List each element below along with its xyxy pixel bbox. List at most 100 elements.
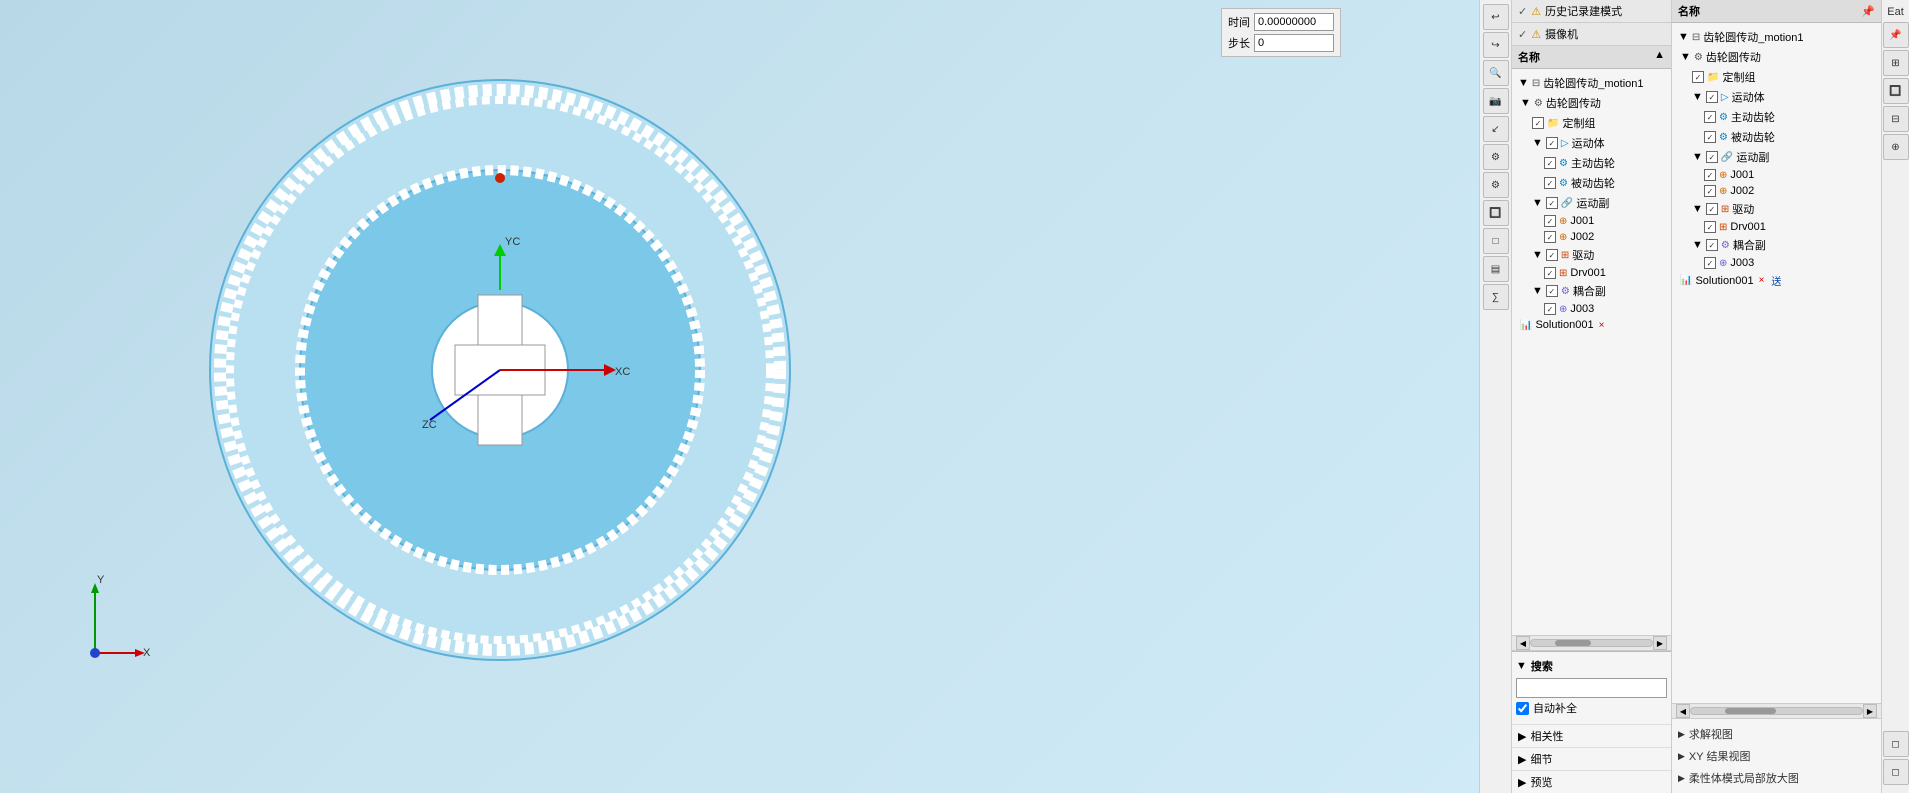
flex-body-link[interactable]: ▶ 柔性体模式局部放大图 — [1678, 767, 1875, 789]
props-item-j003[interactable]: ⊕ J003 — [1672, 255, 1881, 271]
props-item-drive-gear[interactable]: ⚙ 主动齿轮 — [1672, 107, 1881, 127]
tree-check-drv001[interactable] — [1544, 267, 1556, 279]
search-input[interactable] — [1516, 678, 1667, 698]
tree-item-driven-gear[interactable]: ⚙ 被动齿轮 — [1512, 173, 1671, 193]
tree-item-motion-body[interactable]: ▼ ▷ 运动体 — [1512, 133, 1671, 153]
tree-item-custom[interactable]: 📁 定制组 — [1512, 113, 1671, 133]
props-check-j003[interactable] — [1704, 257, 1716, 269]
tree-expand-pair: ▼ — [1532, 197, 1543, 209]
autocomplete-checkbox[interactable] — [1516, 702, 1529, 715]
search-header[interactable]: ▼ 搜索 — [1516, 656, 1667, 676]
relevance-section[interactable]: ▶ 相关性 — [1512, 724, 1671, 747]
right-tool2[interactable]: ◻ — [1883, 759, 1909, 785]
scroll-left-btn[interactable]: ◀ — [1516, 636, 1530, 650]
zoom-btn[interactable]: 🔍 — [1483, 60, 1509, 86]
props-check-coupling[interactable] — [1706, 239, 1718, 251]
props-item-driven-gear[interactable]: ⚙ 被动齿轮 — [1672, 127, 1881, 147]
tree-item-j003[interactable]: ⊕ J003 — [1512, 301, 1671, 317]
detail-section[interactable]: ▶ 细节 — [1512, 747, 1671, 770]
minus-btn[interactable]: ⊟ — [1883, 106, 1909, 132]
props-tree: ▼ ⊟ 齿轮圆传动_motion1 ▼ ⚙ 齿轮圆传动 📁 定制组 ▼ ▷ 运动… — [1672, 23, 1881, 703]
box2-btn[interactable]: □ — [1483, 228, 1509, 254]
props-check-j002[interactable] — [1704, 185, 1716, 197]
tree-check-j002[interactable] — [1544, 231, 1556, 243]
tree-check-motion[interactable] — [1546, 137, 1558, 149]
props-item-motion-pair[interactable]: ▼ 🔗 运动副 — [1672, 147, 1881, 167]
box3-btn[interactable]: 🔲 — [1883, 78, 1909, 104]
undo-btn[interactable]: ↩ — [1483, 4, 1509, 30]
props-item-motion-body[interactable]: ▼ ▷ 运动体 — [1672, 87, 1881, 107]
svg-text:YC: YC — [505, 236, 520, 248]
props-item-root[interactable]: ▼ ⊟ 齿轮圆传动_motion1 — [1672, 27, 1881, 47]
props-item-solution001[interactable]: 📊 Solution001 × 送 — [1672, 271, 1881, 290]
tree-item-j001[interactable]: ⊕ J001 — [1512, 213, 1671, 229]
redo-btn[interactable]: ↪ — [1483, 32, 1509, 58]
props-item-j001[interactable]: ⊕ J001 — [1672, 167, 1881, 183]
tree-item-motion-pair[interactable]: ▼ 🔗 运动副 — [1512, 193, 1671, 213]
camera-btn[interactable]: 📷 — [1483, 88, 1509, 114]
props-icon-motion: ▷ — [1721, 92, 1729, 103]
tree-check-driven[interactable] — [1544, 177, 1556, 189]
tree-check-j003[interactable] — [1544, 303, 1556, 315]
props-check-drive[interactable] — [1704, 111, 1716, 123]
tree-check-j001[interactable] — [1544, 215, 1556, 227]
camera-warn-icon: ⚠ — [1531, 28, 1541, 41]
scroll-right-btn[interactable]: ▶ — [1653, 636, 1667, 650]
props-icon-drive-gear: ⚙ — [1719, 112, 1728, 123]
props-check-custom[interactable] — [1692, 71, 1704, 83]
fit-btn[interactable]: ↙ — [1483, 116, 1509, 142]
sum-btn[interactable]: ∑ — [1483, 284, 1509, 310]
pin-btn[interactable]: 📌 — [1883, 22, 1909, 48]
solve-view-link[interactable]: ▶ 求解视图 — [1678, 723, 1875, 745]
props-scroll-left[interactable]: ◀ — [1676, 704, 1690, 718]
props-item-coupling[interactable]: ▼ ⚙ 耦合副 — [1672, 235, 1881, 255]
tree-item-gear-trans[interactable]: ▼ ⚙ 齿轮圆传动 — [1512, 93, 1671, 113]
tree-item-root[interactable]: ▼ ⊟ 齿轮圆传动_motion1 — [1512, 73, 1671, 93]
tree-check-drive[interactable] — [1544, 157, 1556, 169]
props-solution-link[interactable]: 送 — [1771, 273, 1781, 288]
props-label-custom: 定制组 — [1722, 69, 1755, 85]
props-check-drv001[interactable] — [1704, 221, 1716, 233]
tree-item-drive-gear[interactable]: ⚙ 主动齿轮 — [1512, 153, 1671, 173]
grid2-btn[interactable]: ⊞ — [1883, 50, 1909, 76]
scroll-track[interactable] — [1530, 639, 1653, 647]
props-check-drive-section[interactable] — [1706, 203, 1718, 215]
props-item-drive[interactable]: ▼ ⊞ 驱动 — [1672, 199, 1881, 219]
settings2-btn[interactable]: ⚙ — [1483, 172, 1509, 198]
xy-result-link[interactable]: ▶ XY 结果视图 — [1678, 745, 1875, 767]
grid-btn[interactable]: ▤ — [1483, 256, 1509, 282]
props-item-drv001[interactable]: ⊞ Drv001 — [1672, 219, 1881, 235]
solve-view-label: 求解视图 — [1689, 726, 1733, 742]
props-item-gear-trans[interactable]: ▼ ⚙ 齿轮圆传动 — [1672, 47, 1881, 67]
time-input[interactable] — [1254, 13, 1334, 31]
step-input[interactable] — [1254, 34, 1334, 52]
props-check-pair[interactable] — [1706, 151, 1718, 163]
tree-item-solution001[interactable]: 📊 Solution001 × — [1512, 317, 1671, 333]
plus-btn[interactable]: ⊕ — [1883, 134, 1909, 160]
props-check-driven[interactable] — [1704, 131, 1716, 143]
props-check-motion[interactable] — [1706, 91, 1718, 103]
tree-check-coupling[interactable] — [1546, 285, 1558, 297]
tree-icon-drive-gear: ⚙ — [1559, 158, 1568, 169]
props-label-gear: 齿轮圆传动 — [1706, 49, 1761, 65]
time-step-panel: 时间 步长 — [1221, 8, 1341, 57]
props-check-j001[interactable] — [1704, 169, 1716, 181]
tree-check-pair[interactable] — [1546, 197, 1558, 209]
tree-hscrollbar[interactable]: ◀ ▶ — [1512, 635, 1671, 651]
props-scroll-right[interactable]: ▶ — [1863, 704, 1877, 718]
preview-section[interactable]: ▶ 预览 — [1512, 770, 1671, 793]
tree-item-drv001[interactable]: ⊞ Drv001 — [1512, 265, 1671, 281]
tree-check-custom[interactable] — [1532, 117, 1544, 129]
props-scroll-track[interactable] — [1690, 707, 1863, 715]
tree-check-drive-section[interactable] — [1546, 249, 1558, 261]
tree-item-drive[interactable]: ▼ ⊞ 驱动 — [1512, 245, 1671, 265]
props-hscrollbar[interactable]: ◀ ▶ — [1672, 703, 1881, 719]
props-item-custom[interactable]: 📁 定制组 — [1672, 67, 1881, 87]
box-btn[interactable]: 🔲 — [1483, 200, 1509, 226]
settings-btn[interactable]: ⚙ — [1483, 144, 1509, 170]
props-item-j002[interactable]: ⊕ J002 — [1672, 183, 1881, 199]
tree-item-j002[interactable]: ⊕ J002 — [1512, 229, 1671, 245]
autocomplete-row: 自动补全 — [1516, 700, 1667, 716]
right-tool1[interactable]: ◻ — [1883, 731, 1909, 757]
tree-item-coupling[interactable]: ▼ ⚙ 耦合副 — [1512, 281, 1671, 301]
